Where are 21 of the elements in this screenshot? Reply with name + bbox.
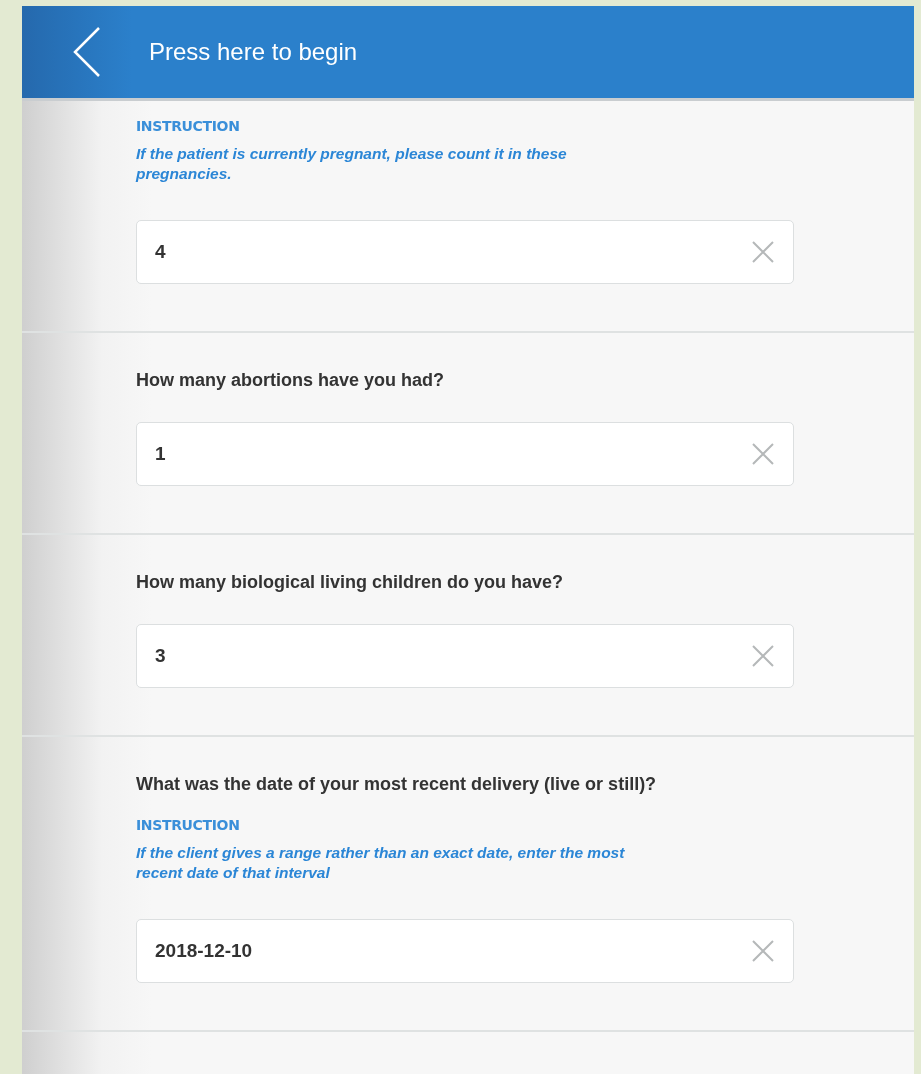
field-value: 2018-12-10 [155, 938, 254, 963]
back-icon [73, 26, 101, 78]
input-field[interactable]: 2018-12-10 [136, 919, 794, 983]
clear-icon[interactable] [751, 644, 775, 668]
clear-icon[interactable] [751, 442, 775, 466]
instruction-label: INSTRUCTION [136, 117, 241, 135]
clear-icon[interactable] [751, 939, 775, 963]
input-field[interactable]: 4 [136, 220, 794, 284]
question-text: How many abortions have you had? [136, 369, 446, 391]
field-value: 3 [155, 643, 167, 668]
question-text: How many biological living children do you have? [136, 571, 565, 593]
instruction-text: If the client gives a range rather than an exact date, enter the most recent date of that interval [136, 843, 626, 883]
question-text: What was the date of your most recent delivery (live or still)? [136, 773, 658, 795]
field-value: 4 [155, 239, 167, 264]
instruction-label: INSTRUCTION [136, 816, 241, 834]
header-title[interactable]: Press here to begin [149, 34, 358, 70]
instruction-text: If the patient is currently pregnant, please count it in these pregnancies. [136, 144, 568, 184]
input-field[interactable]: 1 [136, 422, 794, 486]
field-value: 1 [155, 441, 167, 466]
input-field[interactable]: 3 [136, 624, 794, 688]
clear-icon[interactable] [751, 240, 775, 264]
